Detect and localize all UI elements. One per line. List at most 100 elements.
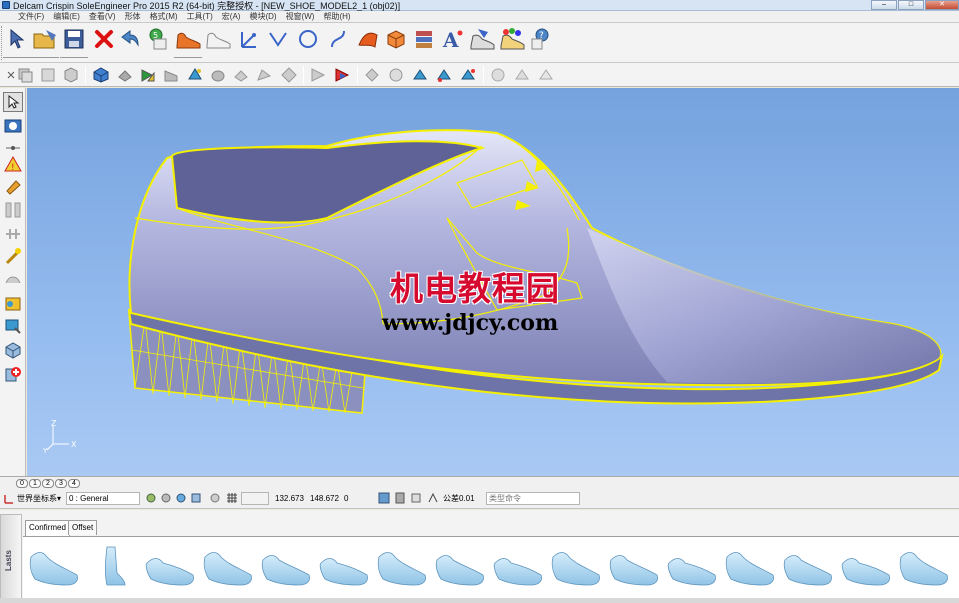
coord-system-dropdown-icon[interactable]: ▾: [57, 492, 61, 506]
layers-icon[interactable]: [410, 25, 438, 53]
last-thumbnail[interactable]: [259, 543, 313, 587]
prev-view-icon[interactable]: [363, 66, 381, 84]
delete-icon[interactable]: [90, 25, 118, 53]
magic-icon[interactable]: [3, 246, 23, 266]
mirror-icon[interactable]: [3, 200, 23, 220]
layer-new-icon[interactable]: [190, 492, 202, 504]
view-side-icon[interactable]: [62, 66, 80, 84]
menu-tools[interactable]: 工具(T): [187, 11, 213, 22]
mesh-smooth-icon[interactable]: [513, 66, 531, 84]
select-icon[interactable]: [3, 92, 23, 112]
iso-view-icon[interactable]: [92, 66, 110, 84]
grid-icon[interactable]: [435, 66, 453, 84]
surface-icon[interactable]: [354, 25, 382, 53]
measure-icon[interactable]: [411, 66, 429, 84]
last-thumbnail[interactable]: [375, 543, 429, 587]
mesh-icon[interactable]: [162, 66, 180, 84]
tab-confirmed[interactable]: Confirmed: [25, 520, 70, 536]
minimize-button[interactable]: –: [871, 0, 897, 10]
light-icon[interactable]: [209, 66, 227, 84]
last-thumbnail[interactable]: [549, 543, 603, 587]
last-thumbnail[interactable]: [607, 543, 661, 587]
menu-format[interactable]: 格式(M): [150, 11, 178, 22]
layer-icon[interactable]: 5: [144, 25, 172, 53]
last-thumbnail[interactable]: [317, 543, 371, 587]
layer-tab-2[interactable]: 2: [42, 478, 54, 488]
coord-system-select[interactable]: 世界坐标系: [17, 492, 57, 506]
paint-icon[interactable]: [3, 176, 23, 196]
layer-color-icon[interactable]: [175, 492, 187, 504]
last-thumbnail[interactable]: [433, 543, 487, 587]
shoe-color-icon[interactable]: [498, 25, 526, 53]
blend-icon[interactable]: [3, 270, 23, 290]
view-front-icon[interactable]: [39, 66, 57, 84]
next-view-icon[interactable]: [387, 66, 405, 84]
last-thumbnail[interactable]: [201, 543, 255, 587]
circle-icon[interactable]: [294, 25, 322, 53]
layer-tab-0[interactable]: 0: [16, 478, 28, 488]
open-folder-icon[interactable]: [31, 25, 59, 58]
point-icon[interactable]: [234, 25, 262, 53]
units-icon[interactable]: [410, 492, 422, 504]
scan-icon[interactable]: [3, 316, 23, 336]
layer-select[interactable]: 0 : General: [66, 492, 140, 505]
menu-help[interactable]: 帮助(H): [323, 11, 350, 22]
texture-icon[interactable]: [537, 66, 555, 84]
menu-file[interactable]: 文件(F): [18, 11, 44, 22]
curve-icon[interactable]: [324, 25, 352, 53]
fit-icon[interactable]: [333, 66, 351, 84]
line-icon[interactable]: [264, 25, 292, 53]
menu-window[interactable]: 视窗(W): [286, 11, 315, 22]
menu-edit[interactable]: 编辑(E): [53, 11, 80, 22]
tolerance-value[interactable]: 0.01: [459, 492, 475, 506]
view-info-icon[interactable]: [378, 492, 390, 504]
text-icon[interactable]: A: [438, 25, 466, 53]
viewport-3d[interactable]: 机电教程园 www.jdjcy.com Z X Y: [27, 88, 959, 476]
grid-toggle-icon[interactable]: [226, 492, 238, 504]
menu-shape[interactable]: 形体: [125, 11, 141, 22]
pan-icon[interactable]: [280, 66, 298, 84]
last-thumbnail[interactable]: [85, 543, 139, 587]
undo-redo-icon[interactable]: [116, 25, 144, 53]
layer-visible-icon[interactable]: [145, 492, 157, 504]
last-thumbnail-strip[interactable]: [23, 536, 959, 603]
warning-icon[interactable]: !: [3, 154, 23, 174]
last-thumbnail[interactable]: [27, 543, 81, 587]
solid-icon[interactable]: [382, 25, 410, 53]
layer-lock-icon[interactable]: [160, 492, 172, 504]
last-thumbnail[interactable]: [781, 543, 835, 587]
last-thumbnail[interactable]: [839, 543, 893, 587]
shade-icon[interactable]: [116, 66, 134, 84]
shoe-white-icon[interactable]: [204, 25, 232, 53]
cube-icon[interactable]: [3, 340, 23, 360]
layer-tab-1[interactable]: 1: [29, 478, 41, 488]
last-thumbnail[interactable]: [723, 543, 777, 587]
menu-module[interactable]: 模块(D): [249, 11, 276, 22]
add-icon[interactable]: [3, 364, 23, 384]
zoom-icon[interactable]: [255, 66, 273, 84]
last-thumbnail[interactable]: [665, 543, 719, 587]
tab-offset[interactable]: Offset: [68, 520, 98, 535]
help-icon[interactable]: ?: [526, 25, 554, 53]
view-cube-icon[interactable]: [16, 66, 34, 84]
layer-tab-3[interactable]: 3: [55, 478, 67, 488]
save-icon[interactable]: [60, 25, 88, 58]
horizontal-scrollbar[interactable]: [0, 598, 959, 603]
sphere-icon[interactable]: [489, 66, 507, 84]
grid-value-field[interactable]: [241, 492, 269, 505]
select-arrow-icon[interactable]: [3, 25, 31, 58]
menu-view[interactable]: 查看(V): [89, 11, 116, 22]
last-thumbnail[interactable]: [897, 543, 951, 587]
hide-icon[interactable]: [232, 66, 250, 84]
shoe-orange-icon[interactable]: [174, 25, 202, 58]
tolerance-icon[interactable]: [427, 492, 439, 504]
snap-settings-icon[interactable]: [209, 492, 221, 504]
shoe-tools-icon[interactable]: [468, 25, 496, 53]
calculator-icon[interactable]: [394, 492, 406, 504]
rotate-icon[interactable]: [309, 66, 327, 84]
transform-icon[interactable]: [3, 116, 23, 136]
wireframe-icon[interactable]: [139, 66, 157, 84]
snap-icon[interactable]: [459, 66, 477, 84]
command-input[interactable]: 类型命令: [486, 492, 580, 505]
maximize-button[interactable]: □: [898, 0, 924, 10]
